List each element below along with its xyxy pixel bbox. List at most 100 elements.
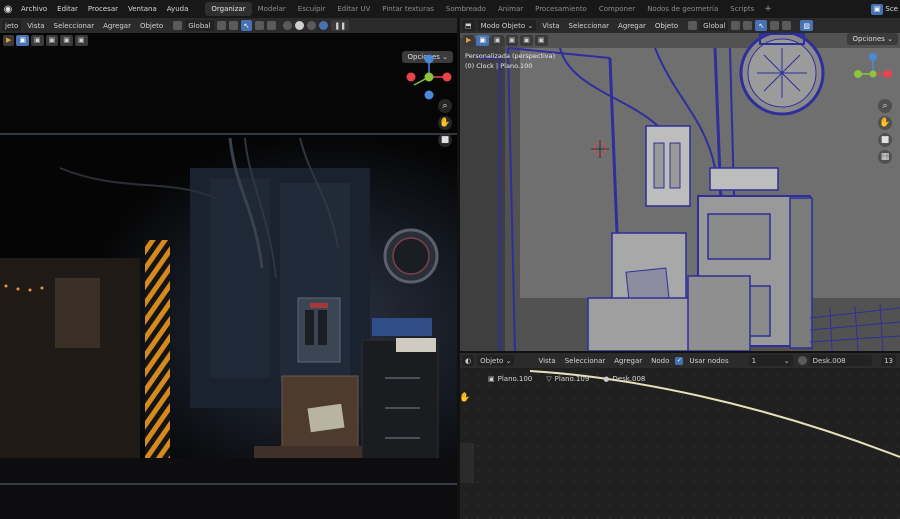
transform-pivot-icon[interactable]: [173, 21, 183, 30]
right-menu-vista[interactable]: Vista: [539, 22, 562, 30]
right-zoom-icon[interactable]: ⌕: [878, 99, 892, 113]
right-mode-dropdown[interactable]: Modo Objeto ⌄: [477, 20, 537, 31]
proportional-edit-icon[interactable]: [228, 21, 238, 30]
menu-ventana[interactable]: Ventana: [123, 5, 162, 13]
tab-organizar[interactable]: Organizar: [205, 2, 252, 16]
right-transform-pivot-icon[interactable]: [688, 21, 698, 30]
left-menu-seleccionar[interactable]: Seleccionar: [51, 22, 98, 30]
left-select-mode-subtract[interactable]: ▣: [45, 34, 59, 46]
tab-sombreado[interactable]: Sombreado: [440, 2, 492, 16]
scene-icon: ▣: [870, 3, 884, 15]
mesh-icon: ▽: [546, 375, 552, 383]
left-shading-solid-icon[interactable]: [295, 21, 305, 30]
node-sidebar-scrollbar[interactable]: [460, 443, 474, 483]
tab-modelar[interactable]: Modelar: [252, 2, 292, 16]
right-select-mode-set[interactable]: ▣: [476, 34, 490, 46]
tab-editar-uv[interactable]: Editar UV: [331, 2, 376, 16]
right-camera-icon[interactable]: ■: [878, 133, 892, 147]
left-navigation-gizmo[interactable]: [404, 52, 454, 102]
breadcrumb-mesh-label: Plano.109: [554, 375, 590, 383]
shader-node-editor[interactable]: ◐ Objeto ⌄ Vista Seleccionar Agregar Nod…: [460, 353, 900, 519]
right-mode-label: Modo Objeto: [480, 21, 526, 30]
left-shading-material-icon[interactable]: [307, 21, 317, 30]
right-options-button[interactable]: Opciones ⌄: [847, 33, 898, 45]
right-select-mode-intersect[interactable]: ▣: [534, 34, 548, 46]
right-menu-seleccionar[interactable]: Seleccionar: [566, 22, 613, 30]
breadcrumb-object[interactable]: ▣ Plano.100: [488, 375, 532, 383]
right-proportional-edit-icon[interactable]: [743, 21, 753, 30]
node-pan-hand-icon[interactable]: ✋: [460, 391, 472, 405]
object-type-dropdown[interactable]: Objeto ⌄: [477, 355, 515, 366]
left-xray-icon[interactable]: [267, 21, 277, 30]
left-select-tool-icon[interactable]: ↖: [240, 20, 253, 31]
node-editor-header: ◐ Objeto ⌄ Vista Seleccionar Agregar Nod…: [460, 353, 900, 368]
left-menu-vista[interactable]: Vista: [24, 22, 47, 30]
right-xray-icon[interactable]: ▧: [800, 20, 813, 31]
blender-logo-icon[interactable]: ◉: [0, 0, 16, 18]
snap-icon[interactable]: [216, 21, 226, 30]
left-shading-rendered-icon[interactable]: [319, 21, 329, 30]
tab-animar[interactable]: Animar: [492, 2, 529, 16]
node-menu-seleccionar[interactable]: Seleccionar: [562, 357, 609, 365]
tab-scripts[interactable]: Scripts: [724, 2, 760, 16]
node-menu-vista[interactable]: Vista: [535, 357, 558, 365]
material-user-count[interactable]: 13: [881, 355, 896, 366]
left-zoom-icon[interactable]: ⌕: [438, 99, 452, 113]
left-select-mode-set[interactable]: ▣: [16, 34, 30, 46]
right-visibility-icon[interactable]: [770, 21, 780, 30]
left-visibility-icon[interactable]: [255, 21, 265, 30]
breadcrumb-material[interactable]: ● Desk.008: [603, 375, 645, 383]
material-slot-dropdown[interactable]: 1 ⌄: [748, 355, 793, 366]
tab-procesamiento[interactable]: Procesamiento: [529, 2, 593, 16]
right-pan-hand-icon[interactable]: ✋: [878, 116, 892, 130]
use-nodes-checkbox[interactable]: ✓: [675, 356, 684, 365]
right-overlay-icon[interactable]: [782, 21, 792, 30]
right-select-mode-invert[interactable]: ▣: [520, 34, 533, 46]
menu-editar[interactable]: Editar: [52, 5, 83, 13]
material-icon: ●: [603, 375, 610, 383]
left-orientation-label: Global: [188, 21, 211, 30]
right-select-mode-extend[interactable]: ▣: [491, 34, 504, 46]
left-select-mode-invert[interactable]: ▣: [60, 34, 73, 46]
left-pause-button[interactable]: ❚❚: [331, 20, 350, 31]
add-workspace-button[interactable]: +: [760, 4, 776, 14]
breadcrumb-mesh[interactable]: ▽ Plano.109: [546, 375, 589, 383]
tab-pintar-texturas[interactable]: Pintar texturas: [376, 2, 440, 16]
right-viewport[interactable]: ⬒ Modo Objeto ⌄ Vista Seleccionar Agrega…: [460, 18, 900, 351]
scene-selector[interactable]: ▣ Sce: [870, 0, 900, 18]
node-menu-agregar[interactable]: Agregar: [611, 357, 645, 365]
material-name-value: Desk.008: [812, 356, 846, 365]
tab-esculpir[interactable]: Esculpir: [292, 2, 332, 16]
left-pan-hand-icon[interactable]: ✋: [438, 116, 452, 130]
right-play-icon[interactable]: ▶: [463, 34, 475, 46]
right-snap-icon[interactable]: [731, 21, 741, 30]
left-menu-agregar[interactable]: Agregar: [100, 22, 134, 30]
right-editor-type-icon[interactable]: ⬒: [462, 20, 475, 31]
left-shading-wireframe-icon[interactable]: [283, 21, 293, 30]
right-orientation-dropdown[interactable]: Global: [700, 20, 729, 31]
right-select-mode-subtract[interactable]: ▣: [505, 34, 519, 46]
material-name-field[interactable]: Desk.008: [809, 355, 872, 366]
left-viewport[interactable]: jeto Vista Seleccionar Agregar Objeto Gl…: [0, 18, 457, 519]
menu-procesar[interactable]: Procesar: [83, 5, 123, 13]
tab-componer[interactable]: Componer: [593, 2, 641, 16]
right-select-tool-icon[interactable]: ↖: [755, 20, 768, 31]
right-menu-agregar[interactable]: Agregar: [615, 22, 649, 30]
node-editor-type-icon[interactable]: ◐: [462, 355, 475, 366]
right-menu-objeto[interactable]: Objeto: [652, 22, 681, 30]
breadcrumb-material-label: Desk.008: [612, 375, 646, 383]
left-mode-dropdown[interactable]: jeto: [2, 20, 22, 31]
tab-nodos-geometria[interactable]: Nodos de geometría: [641, 2, 724, 16]
menu-ayuda[interactable]: Ayuda: [162, 5, 194, 13]
right-grid-icon[interactable]: ▦: [878, 150, 892, 164]
left-play-icon[interactable]: ▶: [3, 34, 15, 46]
material-browse-icon[interactable]: [797, 356, 807, 365]
left-select-mode-extend[interactable]: ▣: [31, 34, 44, 46]
left-select-mode-intersect[interactable]: ▣: [74, 34, 88, 46]
menu-archivo[interactable]: Archivo: [16, 5, 52, 13]
left-camera-icon[interactable]: ■: [438, 133, 452, 147]
node-menu-nodo[interactable]: Nodo: [648, 357, 672, 365]
right-navigation-gizmo[interactable]: [850, 52, 896, 88]
left-menu-objeto[interactable]: Objeto: [137, 22, 166, 30]
left-orientation-dropdown[interactable]: Global: [185, 20, 214, 31]
